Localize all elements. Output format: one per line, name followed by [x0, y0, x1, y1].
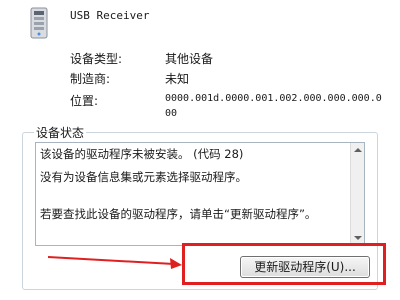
scroll-down-arrow-icon[interactable] — [354, 236, 362, 240]
device-status-textbox[interactable]: 该设备的驱动程序未被安装。 (代码 28) 没有为设备信息集或元素选择驱动程序。… — [35, 142, 365, 246]
location-value-line-1: 0000.001d.0000.001.002.000.000.000.0 — [165, 93, 382, 104]
scroll-up-arrow-icon[interactable] — [354, 148, 362, 152]
location-value-line-2: 00 — [165, 108, 178, 119]
annotation-arrow — [48, 256, 182, 269]
manufacturer-label: 制造商: — [70, 72, 111, 86]
update-driver-button[interactable]: 更新驱动程序(U)... — [240, 256, 370, 278]
device-name: USB Receiver — [70, 9, 150, 22]
location-value: 0000.001d.0000.001.002.000.000.000.0 00 — [165, 91, 382, 121]
location-label: 位置: — [70, 94, 99, 108]
device-type-label: 设备类型: — [70, 52, 123, 66]
usb-device-icon — [30, 7, 48, 39]
device-type-value: 其他设备 — [165, 52, 214, 66]
manufacturer-value: 未知 — [165, 72, 190, 86]
status-scrollbar[interactable] — [350, 143, 364, 245]
status-line-3: 若要查找此设备的驱动程序，请单击“更新驱动程序”。 — [40, 207, 317, 221]
status-line-1: 该设备的驱动程序未被安装。 (代码 28) — [40, 147, 244, 161]
device-status-title: 设备状态 — [34, 124, 87, 141]
status-line-2: 没有为设备信息集或元素选择驱动程序。 — [40, 170, 247, 184]
